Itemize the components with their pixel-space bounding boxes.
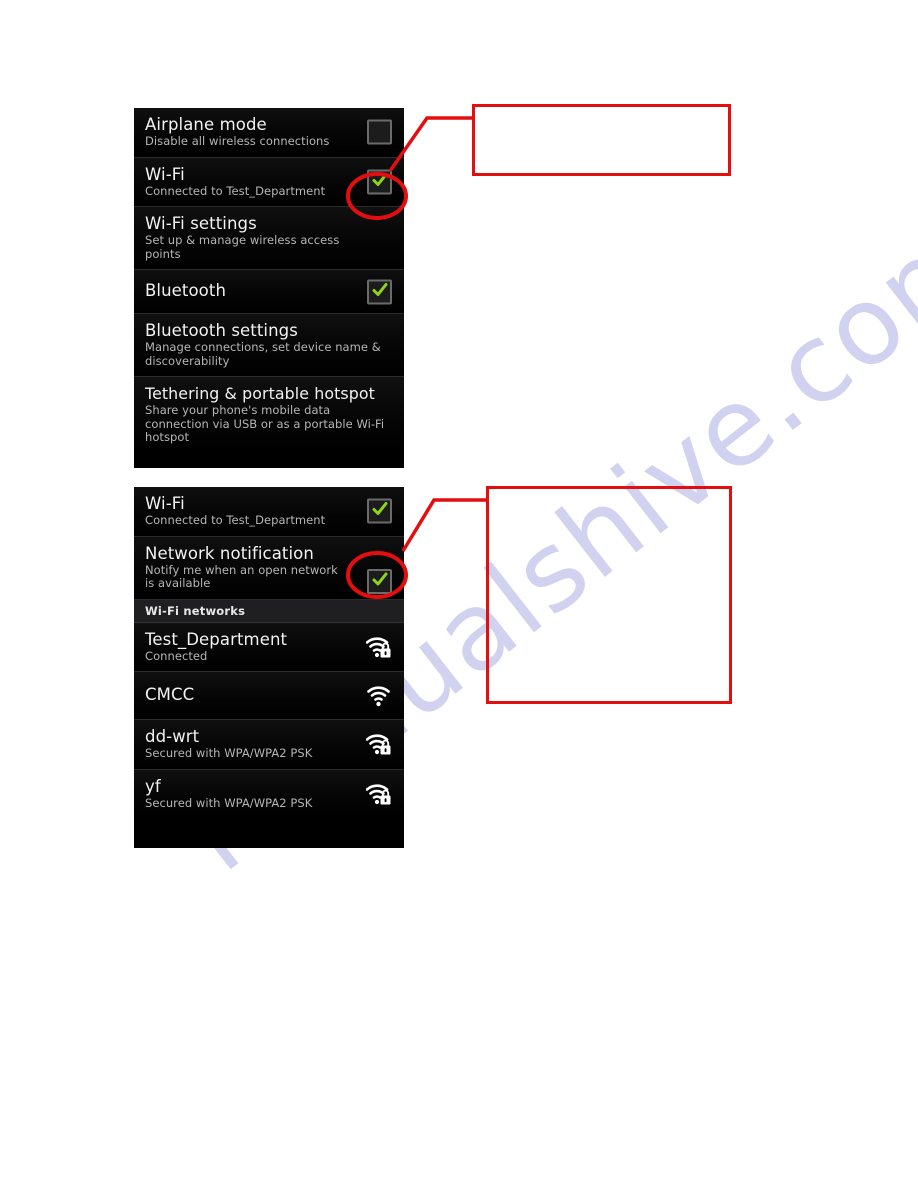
network-notification-highlight-ellipse xyxy=(346,551,408,599)
callout-box-top xyxy=(472,104,731,176)
leader-line-2 xyxy=(401,498,486,552)
annotation-leader-lines xyxy=(346,116,486,599)
leader-line-1 xyxy=(388,116,472,173)
callout-box-bottom xyxy=(486,486,732,704)
wifi-toggle-highlight-ellipse xyxy=(346,172,408,220)
